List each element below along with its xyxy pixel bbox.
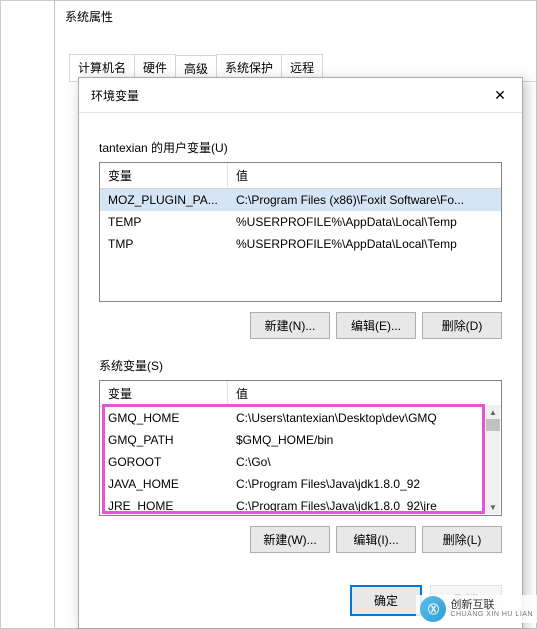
user-delete-button[interactable]: 删除(D): [422, 312, 502, 339]
cell-var-name: GOROOT: [100, 453, 228, 471]
col-variable[interactable]: 变量: [100, 381, 228, 406]
col-value[interactable]: 值: [228, 381, 501, 406]
table-row[interactable]: JAVA_HOMEC:\Program Files\Java\jdk1.8.0_…: [100, 473, 501, 495]
table-row[interactable]: GMQ_PATH$GMQ_HOME/bin: [100, 429, 501, 451]
table-row[interactable]: TMP%USERPROFILE%\AppData\Local\Temp: [100, 233, 501, 255]
cell-var-name: TEMP: [100, 213, 228, 231]
cell-var-value: %USERPROFILE%\AppData\Local\Temp: [228, 213, 501, 231]
watermark-text: 创新互联 CHUANG XIN HU LIAN: [450, 599, 533, 619]
scroll-thumb[interactable]: [486, 419, 500, 431]
watermark: Ⓧ 创新互联 CHUANG XIN HU LIAN: [416, 595, 537, 623]
cell-var-name: GMQ_HOME: [100, 409, 228, 427]
table-row[interactable]: JRE_HOMEC:\Program Files\Java\jdk1.8.0_9…: [100, 495, 501, 515]
cell-var-value: C:\Go\: [228, 453, 501, 471]
cell-var-name: GMQ_PATH: [100, 431, 228, 449]
user-vars-table[interactable]: 变量 值 MOZ_PLUGIN_PA...C:\Program Files (x…: [99, 162, 502, 302]
scroll-up-icon[interactable]: ▲: [486, 405, 500, 419]
system-vars-header: 变量 值: [100, 381, 501, 407]
cell-var-value: C:\Program Files\Java\jdk1.8.0_92: [228, 475, 501, 493]
user-edit-button[interactable]: 编辑(E)...: [336, 312, 416, 339]
cell-var-name: MOZ_PLUGIN_PA...: [100, 191, 228, 209]
table-row[interactable]: MOZ_PLUGIN_PA...C:\Program Files (x86)\F…: [100, 189, 501, 211]
scroll-down-icon[interactable]: ▼: [486, 500, 500, 514]
watermark-logo-icon: Ⓧ: [420, 596, 446, 622]
col-value[interactable]: 值: [228, 163, 501, 188]
system-delete-button[interactable]: 删除(L): [422, 526, 502, 553]
close-icon[interactable]: ✕: [486, 84, 514, 106]
system-vars-table[interactable]: 变量 值 GMQ_HOMEC:\Users\tantexian\Desktop\…: [99, 380, 502, 516]
cell-var-value: C:\Users\tantexian\Desktop\dev\GMQ: [228, 409, 501, 427]
cell-var-name: JRE_HOME: [100, 497, 228, 515]
system-new-button[interactable]: 新建(W)...: [250, 526, 330, 553]
user-vars-header: 变量 值: [100, 163, 501, 189]
system-vars-label: 系统变量(S): [99, 357, 502, 374]
cell-var-value: C:\Program Files (x86)\Foxit Software\Fo…: [228, 191, 501, 209]
cell-var-value: C:\Program Files\Java\jdk1.8.0_92\jre: [228, 497, 501, 515]
user-new-button[interactable]: 新建(N)...: [250, 312, 330, 339]
cell-var-name: JAVA_HOME: [100, 475, 228, 493]
user-vars-label: tantexian 的用户变量(U): [99, 139, 502, 156]
col-variable[interactable]: 变量: [100, 163, 228, 188]
table-row[interactable]: TEMP%USERPROFILE%\AppData\Local\Temp: [100, 211, 501, 233]
cell-var-value: %USERPROFILE%\AppData\Local\Temp: [228, 235, 501, 253]
cell-var-name: TMP: [100, 235, 228, 253]
user-vars-buttons: 新建(N)... 编辑(E)... 删除(D): [99, 312, 502, 339]
system-properties-title: 系统属性: [55, 1, 536, 32]
system-edit-button[interactable]: 编辑(I)...: [336, 526, 416, 553]
system-variables-section: 系统变量(S) 变量 值 GMQ_HOMEC:\Users\tantexian\…: [99, 357, 502, 553]
user-variables-section: tantexian 的用户变量(U) 变量 值 MOZ_PLUGIN_PA...…: [99, 139, 502, 339]
env-dialog-title: 环境变量: [91, 87, 139, 104]
ok-button[interactable]: 确定: [350, 585, 422, 616]
system-vars-buttons: 新建(W)... 编辑(I)... 删除(L): [99, 526, 502, 553]
watermark-brand: 创新互联: [450, 599, 533, 611]
table-row[interactable]: GOROOTC:\Go\: [100, 451, 501, 473]
table-row[interactable]: GMQ_HOMEC:\Users\tantexian\Desktop\dev\G…: [100, 407, 501, 429]
env-dialog-titlebar: 环境变量 ✕: [79, 78, 522, 113]
cell-var-value: $GMQ_HOME/bin: [228, 431, 501, 449]
watermark-sub: CHUANG XIN HU LIAN: [450, 611, 533, 619]
env-variables-dialog: 环境变量 ✕ tantexian 的用户变量(U) 变量 值 MOZ_PLUGI…: [78, 77, 523, 629]
